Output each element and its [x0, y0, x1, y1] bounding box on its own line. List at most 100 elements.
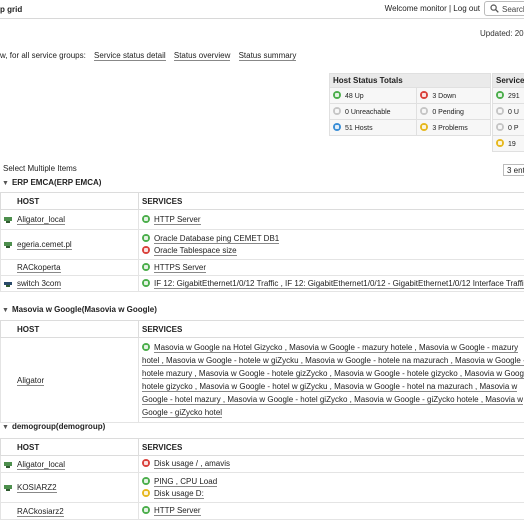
host-cell: Aligator_local	[0, 455, 139, 473]
services-cell: HTTP Server	[138, 209, 524, 230]
hosts-down[interactable]: 3 Down	[416, 87, 491, 104]
host-cell: KOSIARZ2	[0, 472, 139, 503]
link-status-overview[interactable]: Status overview	[173, 51, 231, 61]
host-icon	[4, 241, 12, 248]
column-header-services: SERVICES	[138, 320, 524, 338]
host-link[interactable]: RACkoperta	[17, 263, 61, 273]
table-row: Aligator_local HTTP Server	[0, 209, 524, 230]
service-status-totals: Service S 291 0 U 0 P 19	[492, 73, 524, 152]
view-prefix: w, for all service groups:	[0, 51, 86, 60]
ok-icon	[496, 91, 504, 99]
warning-icon	[420, 123, 429, 131]
search-input[interactable]: Search	[484, 1, 524, 16]
services-cell: IF 12: GigabitEthernet1/0/12 Traffic , I…	[138, 275, 524, 292]
host-icon	[4, 461, 12, 468]
service-totals-title: Service S	[492, 73, 524, 88]
warning-icon	[496, 139, 504, 147]
logout-link[interactable]: Log out	[453, 4, 480, 13]
ok-icon	[142, 262, 150, 271]
service-link[interactable]: PING , CPU Load	[154, 476, 218, 487]
hosts-up[interactable]: 48 Up	[328, 87, 418, 104]
host-link[interactable]: switch 3com	[17, 279, 62, 289]
hosts-unreachable[interactable]: 0 Unreachable	[328, 103, 418, 120]
host-status-totals: Host Status Totals 48 Up 3 Down 0 Unreac…	[328, 73, 491, 136]
pending-icon	[496, 123, 504, 131]
hosts-problems[interactable]: 3 Problems	[416, 119, 491, 136]
table-row: KOSIARZ2 PING , CPU Load Disk usage D:	[0, 472, 524, 503]
host-link[interactable]: KOSIARZ2	[17, 483, 57, 493]
column-header-host: HOST	[0, 438, 139, 456]
host-cell: Aligator	[0, 337, 139, 423]
select-multiple-items[interactable]: Select Multiple Items	[3, 164, 77, 173]
group-title[interactable]: ▼ ERP EMCA(ERP EMCA)	[2, 178, 101, 187]
column-header-host: HOST	[0, 192, 139, 210]
link-service-status-detail[interactable]: Service status detail	[94, 51, 166, 61]
host-totals-title: Host Status Totals	[329, 73, 491, 88]
host-link[interactable]: RACkosiarz2	[17, 506, 64, 517]
ok-icon	[142, 278, 150, 287]
collapse-icon[interactable]: ▼	[2, 180, 9, 187]
service-link[interactable]: HTTPS Server	[154, 262, 207, 273]
service-link[interactable]: Masovia w Google na Hotel Gizycko , Maso…	[142, 343, 524, 418]
view-links: w, for all service groups: Service statu…	[0, 51, 297, 61]
service-link[interactable]: HTTP Server	[154, 506, 201, 516]
services-cell: Disk usage / , amavis	[138, 455, 524, 473]
search-placeholder: Search	[502, 5, 524, 14]
host-cell: egeria.cemet.pl	[0, 229, 139, 260]
host-link[interactable]: Aligator_local	[17, 215, 66, 225]
group-title-text: Masovia w Google(Masovia w Google)	[11, 305, 157, 314]
column-header-services: SERVICES	[138, 192, 524, 210]
updated-timestamp: Updated: 201	[480, 29, 524, 38]
table-row: RACkoperta HTTPS Server	[0, 259, 524, 276]
hosts-pending[interactable]: 0 Pending	[416, 103, 491, 120]
ok-icon	[333, 91, 341, 99]
services-pending[interactable]: 0 P	[492, 119, 524, 136]
group-title-text: ERP EMCA(ERP EMCA)	[11, 178, 102, 187]
services-cell: PING , CPU Load Disk usage D:	[138, 472, 524, 503]
service-link[interactable]: Oracle Database ping CEMET DB1	[154, 233, 280, 244]
collapse-icon[interactable]: ▼	[2, 307, 9, 314]
link-status-summary[interactable]: Status summary	[238, 51, 297, 61]
ok-icon	[142, 233, 150, 242]
services-problems[interactable]: 19	[492, 135, 524, 152]
critical-icon	[142, 245, 150, 254]
service-link[interactable]: Disk usage D:	[154, 488, 204, 499]
entries-select[interactable]: 3 entr	[503, 164, 524, 176]
ok-icon	[142, 506, 150, 514]
service-link[interactable]: HTTP Server	[154, 214, 201, 225]
ok-icon	[142, 476, 150, 485]
unknown-icon	[496, 107, 504, 115]
host-link[interactable]: egeria.cemet.pl	[17, 240, 72, 250]
column-header-services: SERVICES	[138, 438, 524, 456]
host-link[interactable]: Aligator	[17, 375, 45, 386]
services-cell: HTTPS Server	[138, 259, 524, 276]
host-icon	[4, 216, 12, 223]
services-cell: Oracle Database ping CEMET DB1 Oracle Tab…	[138, 229, 524, 260]
unknown-icon	[333, 107, 341, 115]
host-icon	[4, 484, 12, 491]
table-row: RACkosiarz2 HTTP Server	[0, 502, 524, 520]
table-row: Aligator Masovia w Google na Hotel Gizyck…	[0, 337, 524, 423]
service-link[interactable]: IF 12: GigabitEthernet1/0/12 Traffic , I…	[154, 278, 524, 289]
ok-icon	[142, 343, 150, 351]
collapse-icon[interactable]: ▼	[2, 424, 9, 431]
table-row: egeria.cemet.pl Oracle Database ping CEME…	[0, 229, 524, 260]
services-ok[interactable]: 291	[492, 87, 524, 104]
group-title[interactable]: ▼ demogroup(demogroup)	[2, 422, 105, 431]
host-link[interactable]: Aligator_local	[17, 459, 66, 470]
welcome-text: Welcome monitor	[384, 4, 447, 13]
services-unknown[interactable]: 0 U	[492, 103, 524, 120]
service-link[interactable]: Disk usage / , amavis	[154, 459, 231, 469]
hosts-total[interactable]: 51 Hosts	[328, 119, 418, 136]
host-cell: Aligator_local	[0, 209, 139, 230]
host-cell: RACkoperta	[0, 259, 139, 276]
page-title: p grid	[0, 5, 23, 14]
ok-icon	[142, 214, 150, 223]
group-title[interactable]: ▼ Masovia w Google(Masovia w Google)	[2, 305, 157, 314]
switch-icon	[4, 280, 12, 287]
separator: |	[448, 4, 452, 13]
service-link[interactable]: Oracle Tablespace size	[154, 245, 237, 256]
group-title-text: demogroup(demogroup)	[11, 422, 106, 431]
group-table: HOST SERVICES Aligator Masovia w Google na …	[0, 320, 524, 423]
services-cell: Masovia w Google na Hotel Gizycko , Maso…	[138, 337, 524, 423]
